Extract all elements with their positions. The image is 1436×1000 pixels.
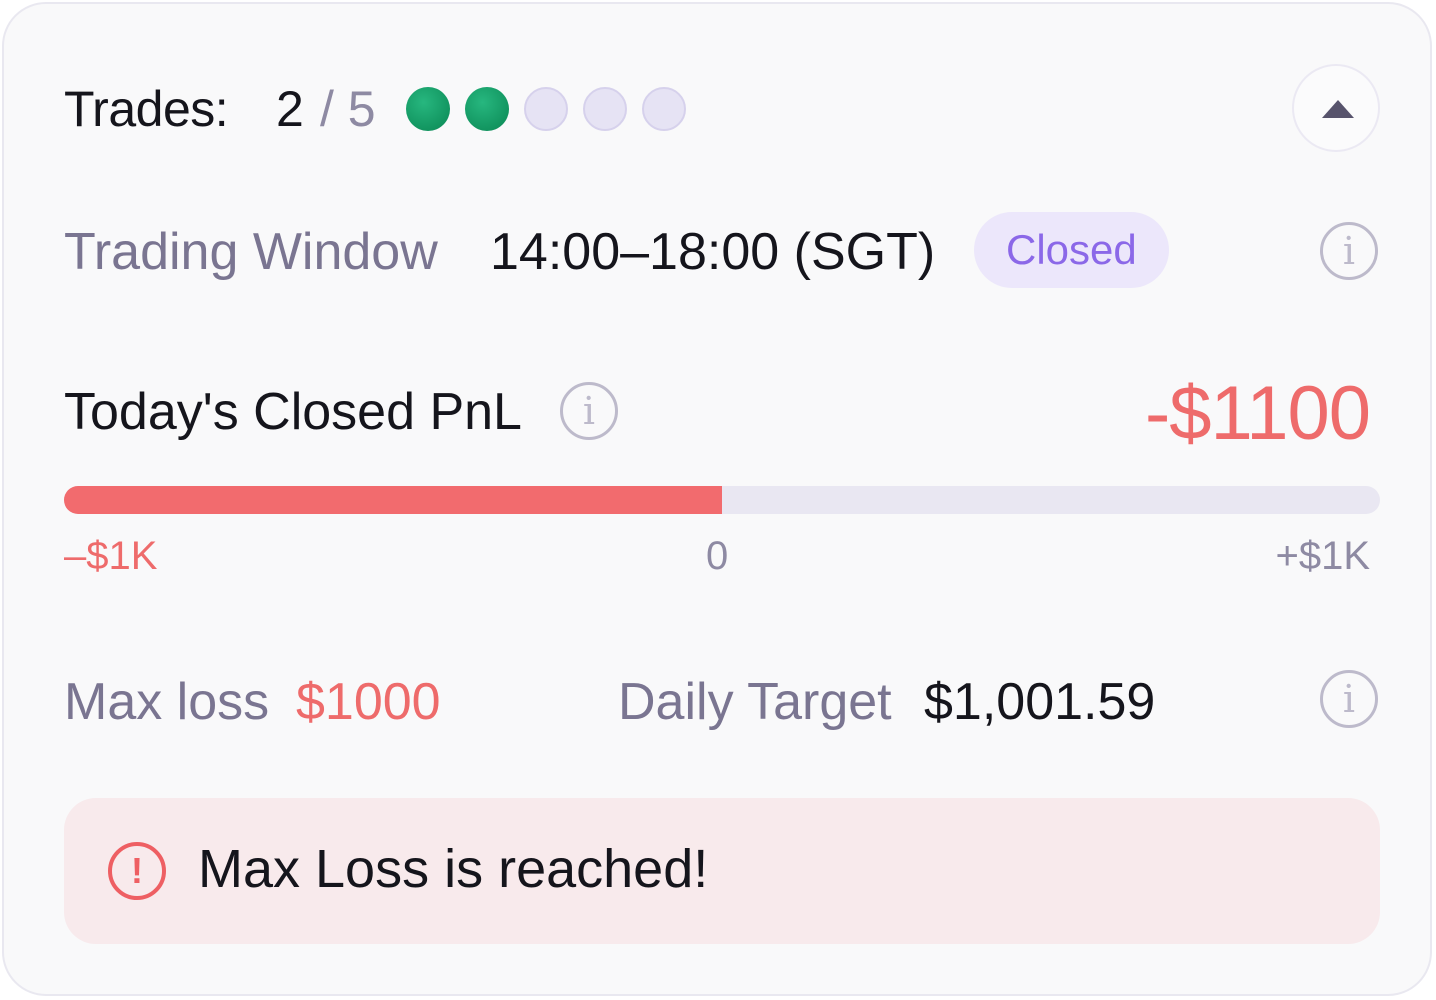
max-loss-label: Max loss — [64, 673, 270, 731]
info-icon[interactable]: i — [560, 382, 618, 440]
daily-target-label: Daily Target — [618, 673, 892, 731]
pnl-label: Today's Closed PnL — [64, 383, 522, 441]
pnl-progress-bar — [64, 486, 1380, 514]
pnl-progress-fill — [64, 486, 722, 514]
trade-dot — [642, 87, 686, 131]
pnl-zero-label: 0 — [706, 534, 729, 578]
info-icon[interactable]: i — [1320, 222, 1378, 280]
trade-dot — [583, 87, 627, 131]
pnl-max-label: +$1K — [1275, 534, 1370, 578]
alert-circle-icon: ! — [108, 842, 166, 900]
info-icon[interactable]: i — [1320, 670, 1378, 728]
trade-dot — [406, 87, 450, 131]
trades-total: / 5 — [320, 81, 376, 137]
max-loss-alert: ! Max Loss is reached! — [64, 798, 1380, 944]
trading-window-time: 14:00–18:00 (SGT) — [490, 223, 936, 281]
chevron-up-icon — [1322, 100, 1354, 118]
status-badge: Closed — [974, 212, 1169, 288]
trades-used-count: 2 — [276, 81, 304, 137]
trade-dot — [524, 87, 568, 131]
trading-window-label: Trading Window — [64, 223, 438, 281]
alert-text: Max Loss is reached! — [198, 839, 709, 899]
trades-label: Trades: — [64, 81, 229, 137]
pnl-min-label: –$1K — [64, 534, 158, 578]
pnl-value: -$1100 — [1144, 371, 1371, 456]
max-loss-value: $1000 — [296, 673, 441, 731]
trading-limits-card: Trades: 2 / 5 Trading Window 14:00–18:00… — [2, 2, 1432, 996]
trade-dot — [465, 87, 509, 131]
daily-target-value: $1,001.59 — [924, 673, 1156, 731]
collapse-button[interactable] — [1292, 64, 1380, 152]
